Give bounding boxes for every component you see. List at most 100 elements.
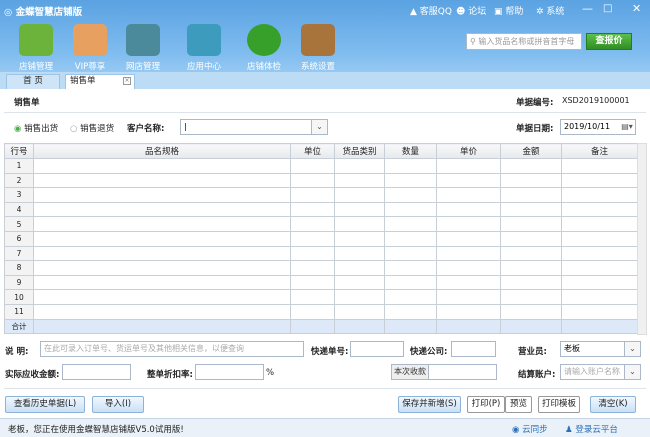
table-row[interactable]: 9: [4, 274, 638, 291]
table-cell[interactable]: [436, 230, 501, 247]
save-new-button[interactable]: 保存并新增(S): [398, 396, 461, 413]
table-cell[interactable]: [384, 245, 437, 262]
calendar-icon[interactable]: ▤▾: [619, 120, 635, 134]
table-row[interactable]: 8: [4, 260, 638, 276]
table-cell[interactable]: [384, 289, 437, 305]
print-button[interactable]: 打印(P): [467, 396, 505, 413]
table-cell[interactable]: [500, 201, 562, 218]
table-cell[interactable]: [500, 172, 562, 189]
close-button[interactable]: ✕: [632, 2, 641, 15]
cloud-login-link[interactable]: ♟ 登录云平台: [565, 423, 618, 435]
table-row[interactable]: 3: [4, 187, 638, 203]
express-no-input[interactable]: [350, 341, 404, 357]
table-cell[interactable]: [33, 172, 291, 189]
table-cell[interactable]: [290, 303, 335, 320]
clerk-select[interactable]: 老板 ⌄: [560, 341, 641, 357]
table-cell[interactable]: [436, 216, 501, 232]
table-cell[interactable]: [334, 201, 385, 218]
account-select[interactable]: 请输入账户名称 ⌄: [560, 364, 641, 380]
table-row[interactable]: 2: [4, 172, 638, 189]
table-cell[interactable]: [561, 158, 638, 174]
check-price-button[interactable]: 查报价: [586, 33, 632, 50]
table-cell[interactable]: [290, 274, 335, 291]
table-cell[interactable]: [33, 201, 291, 218]
table-cell[interactable]: [500, 303, 562, 320]
actual-amount-input[interactable]: [62, 364, 131, 380]
table-cell[interactable]: [384, 158, 437, 174]
receive-button[interactable]: 本次收款: [392, 365, 429, 379]
toolbar-store-management[interactable]: 店铺管理: [12, 24, 60, 72]
tab-home[interactable]: 首 页: [6, 74, 60, 89]
table-cell[interactable]: [561, 303, 638, 320]
table-cell[interactable]: [500, 289, 562, 305]
table-cell[interactable]: [290, 230, 335, 247]
express-company-input[interactable]: [451, 341, 496, 357]
table-cell[interactable]: [33, 289, 291, 305]
table-cell[interactable]: [290, 187, 335, 203]
table-row[interactable]: 1: [4, 158, 638, 174]
toolbar-vip[interactable]: VIP尊享: [66, 24, 114, 72]
tab-sales-order[interactable]: 销售单 ×: [65, 74, 135, 89]
table-cell[interactable]: [290, 201, 335, 218]
table-cell[interactable]: [33, 158, 291, 174]
toolbar-system-settings[interactable]: 系统设置: [294, 24, 342, 72]
table-cell[interactable]: [384, 274, 437, 291]
table-cell[interactable]: [384, 260, 437, 276]
table-cell[interactable]: [33, 245, 291, 262]
table-row[interactable]: 11: [4, 303, 638, 320]
table-cell[interactable]: [500, 216, 562, 232]
table-cell[interactable]: [33, 260, 291, 276]
table-row[interactable]: 5: [4, 216, 638, 232]
table-cell[interactable]: [334, 216, 385, 232]
discount-input[interactable]: [195, 364, 264, 380]
table-cell[interactable]: [384, 216, 437, 232]
table-cell[interactable]: [436, 245, 501, 262]
table-row[interactable]: 4: [4, 201, 638, 218]
table-cell[interactable]: [334, 260, 385, 276]
close-tab-icon[interactable]: ×: [123, 77, 131, 85]
table-cell[interactable]: [33, 216, 291, 232]
table-cell[interactable]: [384, 187, 437, 203]
chevron-down-icon[interactable]: ⌄: [624, 342, 640, 356]
table-cell[interactable]: [436, 289, 501, 305]
table-cell[interactable]: [33, 274, 291, 291]
preview-button[interactable]: 预览: [505, 396, 532, 413]
maximize-button[interactable]: □: [603, 3, 612, 14]
table-cell[interactable]: [436, 158, 501, 174]
table-cell[interactable]: [384, 201, 437, 218]
qq-service-link[interactable]: ▲ 客服QQ: [410, 4, 452, 17]
table-cell[interactable]: [334, 289, 385, 305]
table-cell[interactable]: [436, 187, 501, 203]
minimize-button[interactable]: —: [582, 2, 593, 15]
receive-amount-input[interactable]: 本次收款: [391, 364, 497, 380]
table-cell[interactable]: [290, 158, 335, 174]
table-cell[interactable]: [500, 230, 562, 247]
table-cell[interactable]: [561, 289, 638, 305]
table-row[interactable]: 10: [4, 289, 638, 305]
table-row[interactable]: 7: [4, 245, 638, 262]
table-cell[interactable]: [561, 230, 638, 247]
toolbar-app-center[interactable]: 应用中心: [180, 24, 228, 72]
table-cell[interactable]: [334, 274, 385, 291]
table-cell[interactable]: [436, 172, 501, 189]
table-cell[interactable]: [290, 260, 335, 276]
table-cell[interactable]: [334, 245, 385, 262]
table-cell[interactable]: [334, 303, 385, 320]
import-button[interactable]: 导入(I): [92, 396, 144, 413]
radio-sales-return[interactable]: ○ 销售退货: [70, 122, 114, 134]
table-cell[interactable]: [334, 172, 385, 189]
table-cell[interactable]: [436, 303, 501, 320]
product-search-input[interactable]: ⚲ 输入货品名称或拼音首字母: [466, 33, 582, 50]
table-cell[interactable]: [561, 216, 638, 232]
note-input[interactable]: 在此可录入订单号、货运单号及其他相关信息，以便查询: [40, 341, 304, 357]
table-cell[interactable]: [384, 230, 437, 247]
table-cell[interactable]: [500, 260, 562, 276]
table-cell[interactable]: [290, 289, 335, 305]
chevron-down-icon[interactable]: ⌄: [311, 120, 327, 134]
table-cell[interactable]: [500, 274, 562, 291]
date-picker[interactable]: 2019/10/11 ▤▾: [560, 119, 636, 135]
table-row[interactable]: 6: [4, 230, 638, 247]
table-cell[interactable]: [500, 158, 562, 174]
forum-link[interactable]: ☻ 论坛: [456, 4, 486, 17]
help-link[interactable]: ▣ 帮助: [494, 4, 523, 17]
